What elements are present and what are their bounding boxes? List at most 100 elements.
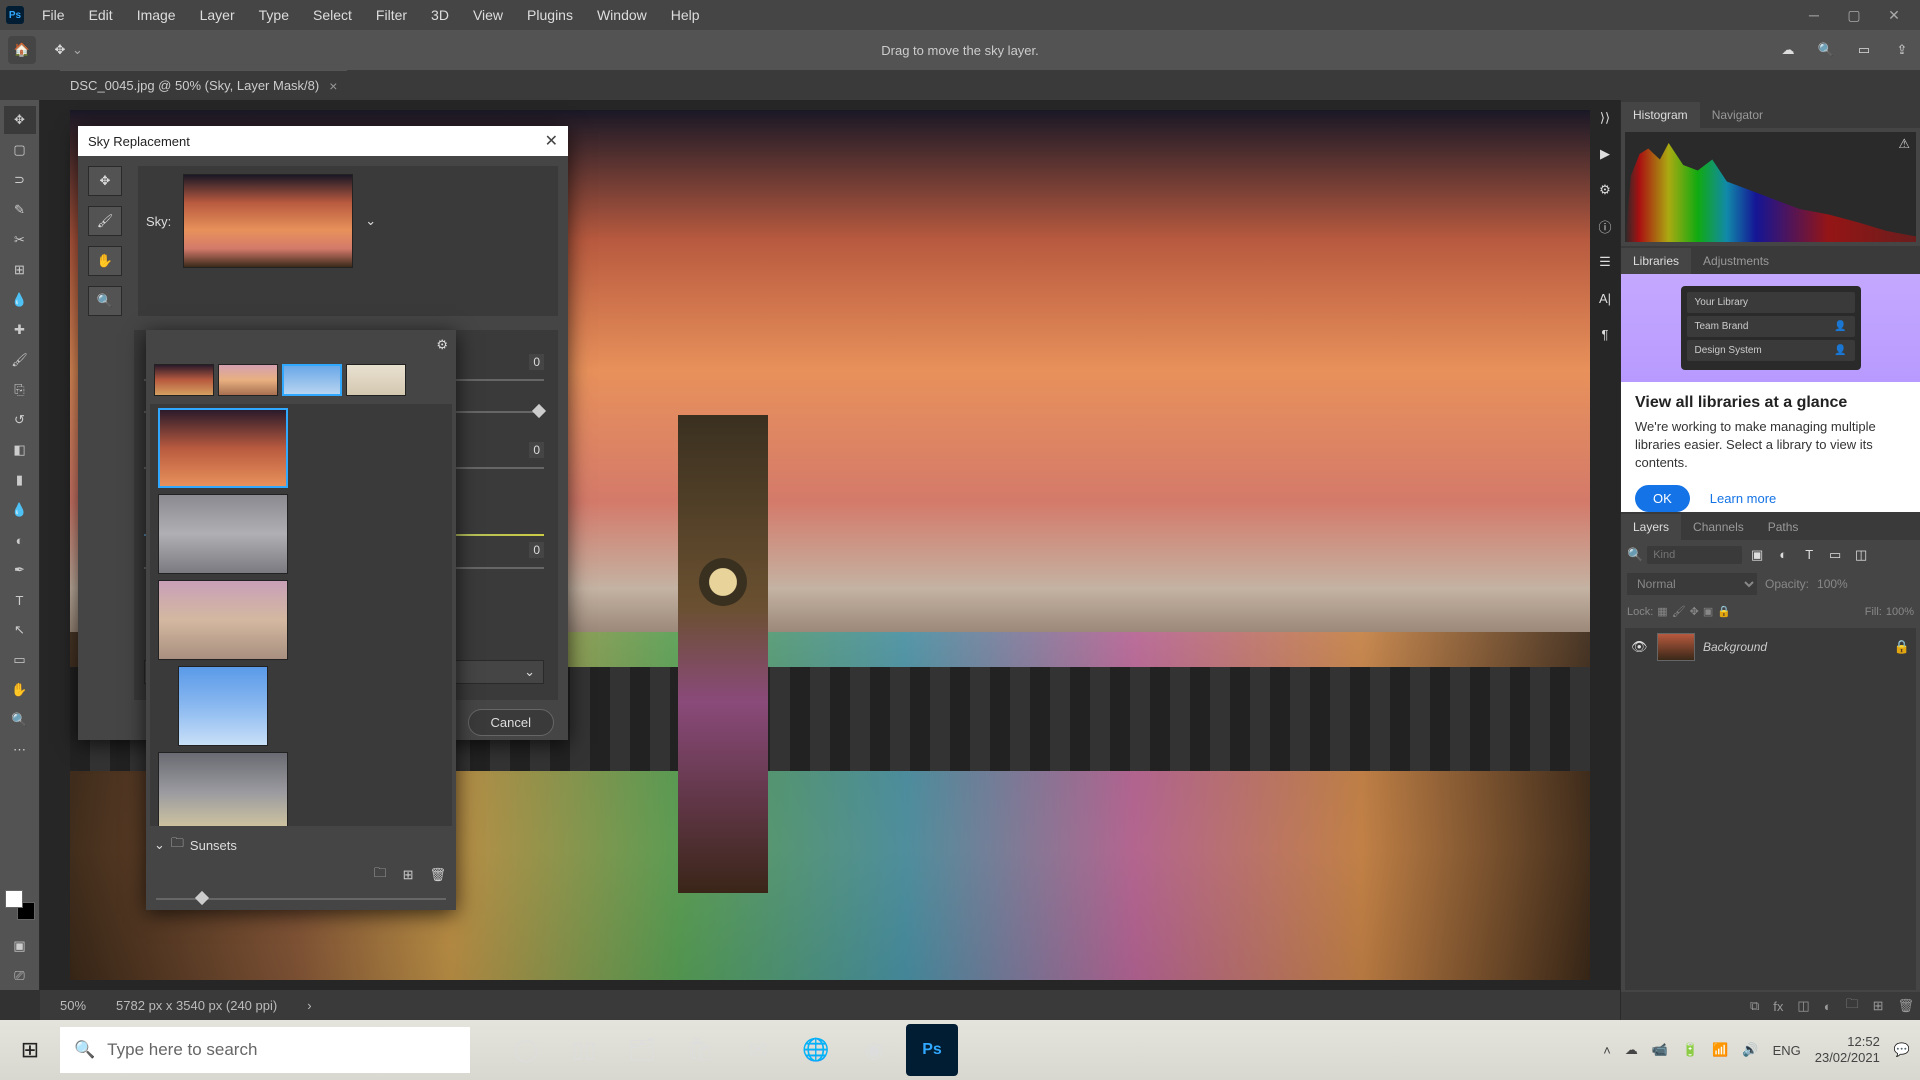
battery-icon[interactable]: 🔋 (1682, 1042, 1698, 1058)
sky-preset-thumb[interactable] (282, 364, 342, 396)
notifications-icon[interactable]: 💬 (1894, 1042, 1910, 1058)
gear-icon[interactable]: ⚙ (436, 337, 448, 353)
menu-3d[interactable]: 3D (421, 3, 459, 27)
onedrive-icon[interactable]: ☁ (1625, 1042, 1638, 1058)
start-button[interactable]: ⊞ (0, 1020, 60, 1080)
layer-name[interactable]: Background (1703, 640, 1767, 654)
layer-thumbnail[interactable] (1657, 633, 1695, 661)
clone-tool[interactable]: ⎘ (4, 376, 36, 404)
window-close-icon[interactable]: ✕ (1874, 3, 1914, 27)
libraries-ok-button[interactable]: OK (1635, 485, 1690, 512)
crop-tool[interactable]: ✂ (4, 226, 36, 254)
menu-filter[interactable]: Filter (366, 3, 417, 27)
taskbar-search[interactable]: 🔍 Type here to search (60, 1027, 470, 1073)
type-tool[interactable]: T (4, 586, 36, 614)
healing-tool[interactable]: ✚ (4, 316, 36, 344)
color-swatches[interactable] (5, 890, 35, 920)
layer-mask-icon[interactable]: ◫ (1797, 998, 1809, 1014)
store-icon[interactable]: 🛍 (674, 1024, 726, 1076)
blur-tool[interactable]: 💧 (4, 496, 36, 524)
dialog-brush-tool[interactable]: 🖌 (88, 206, 122, 236)
dialog-zoom-tool[interactable]: 🔍 (88, 286, 122, 316)
menu-edit[interactable]: Edit (79, 3, 123, 27)
close-dialog-icon[interactable]: ✕ (545, 131, 558, 151)
thumbnail-size-slider[interactable] (156, 892, 446, 906)
zoom-tool[interactable]: 🔍 (4, 706, 36, 734)
sky-preset-thumb[interactable] (158, 494, 288, 574)
slider-value[interactable]: 0 (529, 442, 544, 458)
menu-type[interactable]: Type (249, 3, 299, 27)
sky-preset-thumb[interactable] (346, 364, 406, 396)
sky-preset-thumb[interactable] (158, 580, 288, 660)
sky-preset-thumbnail[interactable] (183, 174, 353, 268)
slider-value[interactable]: 0 (529, 542, 544, 558)
lock-artboard-icon[interactable]: ▣ (1703, 605, 1713, 618)
import-folder-icon[interactable]: 🗀 (374, 864, 387, 886)
menu-window[interactable]: Window (587, 3, 657, 27)
document-tab[interactable]: DSC_0045.jpg @ 50% (Sky, Layer Mask/8) × (60, 70, 347, 100)
sky-dropdown-icon[interactable]: ⌄ (365, 213, 376, 229)
sky-preset-thumb[interactable] (154, 364, 214, 396)
menu-image[interactable]: Image (127, 3, 186, 27)
dialog-move-tool[interactable]: ✥ (88, 166, 122, 196)
sky-preset-grid[interactable] (150, 404, 452, 826)
marquee-tool[interactable]: ▢ (4, 136, 36, 164)
filter-type-icon[interactable]: T (1798, 545, 1820, 565)
cloud-docs-icon[interactable]: ☁ (1778, 40, 1798, 60)
wifi-icon[interactable]: 📶 (1712, 1042, 1728, 1058)
tab-libraries[interactable]: Libraries (1621, 248, 1691, 274)
language-indicator[interactable]: ENG (1773, 1043, 1801, 1058)
cancel-button[interactable]: Cancel (468, 709, 554, 736)
mail-icon[interactable]: ✉ (732, 1024, 784, 1076)
photoshop-app-icon[interactable]: Ps (906, 1024, 958, 1076)
dialog-hand-tool[interactable]: ✋ (88, 246, 122, 276)
history-brush-tool[interactable]: ↺ (4, 406, 36, 434)
fill-value[interactable]: 100% (1886, 606, 1914, 618)
sky-preset-thumb[interactable] (158, 752, 288, 826)
filter-adjust-icon[interactable]: ◐ (1772, 545, 1794, 565)
chrome-icon[interactable]: ◉ (848, 1024, 900, 1076)
tool-options-chevron-icon[interactable]: ⌄ (72, 42, 83, 58)
sky-preset-thumb[interactable] (158, 408, 288, 488)
lock-pixels-icon[interactable]: 🖌 (1672, 605, 1686, 618)
sky-preset-thumb[interactable] (218, 364, 278, 396)
dock-info-icon[interactable]: ⓘ (1595, 216, 1615, 236)
share-icon[interactable]: ⇪ (1892, 40, 1912, 60)
dock-paragraph-icon[interactable]: ¶ (1595, 324, 1615, 344)
preset-folder[interactable]: ⌄ 🗀 Sunsets (146, 830, 456, 860)
eraser-tool[interactable]: ◧ (4, 436, 36, 464)
foreground-color-swatch[interactable] (5, 890, 23, 908)
frame-tool[interactable]: ⊞ (4, 256, 36, 284)
layer-group-icon[interactable]: 🗀 (1846, 995, 1859, 1017)
lock-all-icon[interactable]: 🔒 (1717, 605, 1731, 618)
dock-character-icon[interactable]: A| (1595, 288, 1615, 308)
menu-help[interactable]: Help (661, 3, 710, 27)
new-layer-icon[interactable]: ⊞ (1873, 998, 1884, 1014)
move-tool[interactable]: ✥ (4, 106, 36, 134)
screen-mode-icon[interactable]: ⎚ (4, 962, 36, 990)
search-icon[interactable]: 🔍 (1816, 40, 1836, 60)
status-chevron-icon[interactable]: › (307, 998, 311, 1013)
layer-filter-input[interactable] (1647, 546, 1742, 564)
tray-chevron-icon[interactable]: ˄ (1603, 1043, 1611, 1058)
dock-expand-icon[interactable]: ⟩⟩ (1595, 108, 1615, 128)
menu-view[interactable]: View (463, 3, 513, 27)
menu-plugins[interactable]: Plugins (517, 3, 583, 27)
menu-select[interactable]: Select (303, 3, 362, 27)
libraries-learn-more-link[interactable]: Learn more (1710, 491, 1776, 506)
filter-image-icon[interactable]: ▣ (1746, 545, 1768, 565)
tab-paths[interactable]: Paths (1756, 514, 1811, 540)
new-preset-icon[interactable]: ⊞ (403, 867, 414, 883)
more-tools-icon[interactable]: ⋯ (4, 736, 36, 764)
close-tab-icon[interactable]: × (329, 78, 337, 94)
layer-fx-icon[interactable]: fx (1773, 999, 1783, 1014)
menu-file[interactable]: File (32, 3, 75, 27)
hand-tool[interactable]: ✋ (4, 676, 36, 704)
clock[interactable]: 12:52 23/02/2021 (1815, 1034, 1880, 1065)
opacity-value[interactable]: 100% (1817, 577, 1848, 591)
path-select-tool[interactable]: ↖ (4, 616, 36, 644)
task-view-icon[interactable]: ◯ (500, 1024, 552, 1076)
cortana-icon[interactable]: ▯▯ (558, 1024, 610, 1076)
dock-properties-icon[interactable]: ☰ (1595, 252, 1615, 272)
tab-layers[interactable]: Layers (1621, 514, 1681, 540)
